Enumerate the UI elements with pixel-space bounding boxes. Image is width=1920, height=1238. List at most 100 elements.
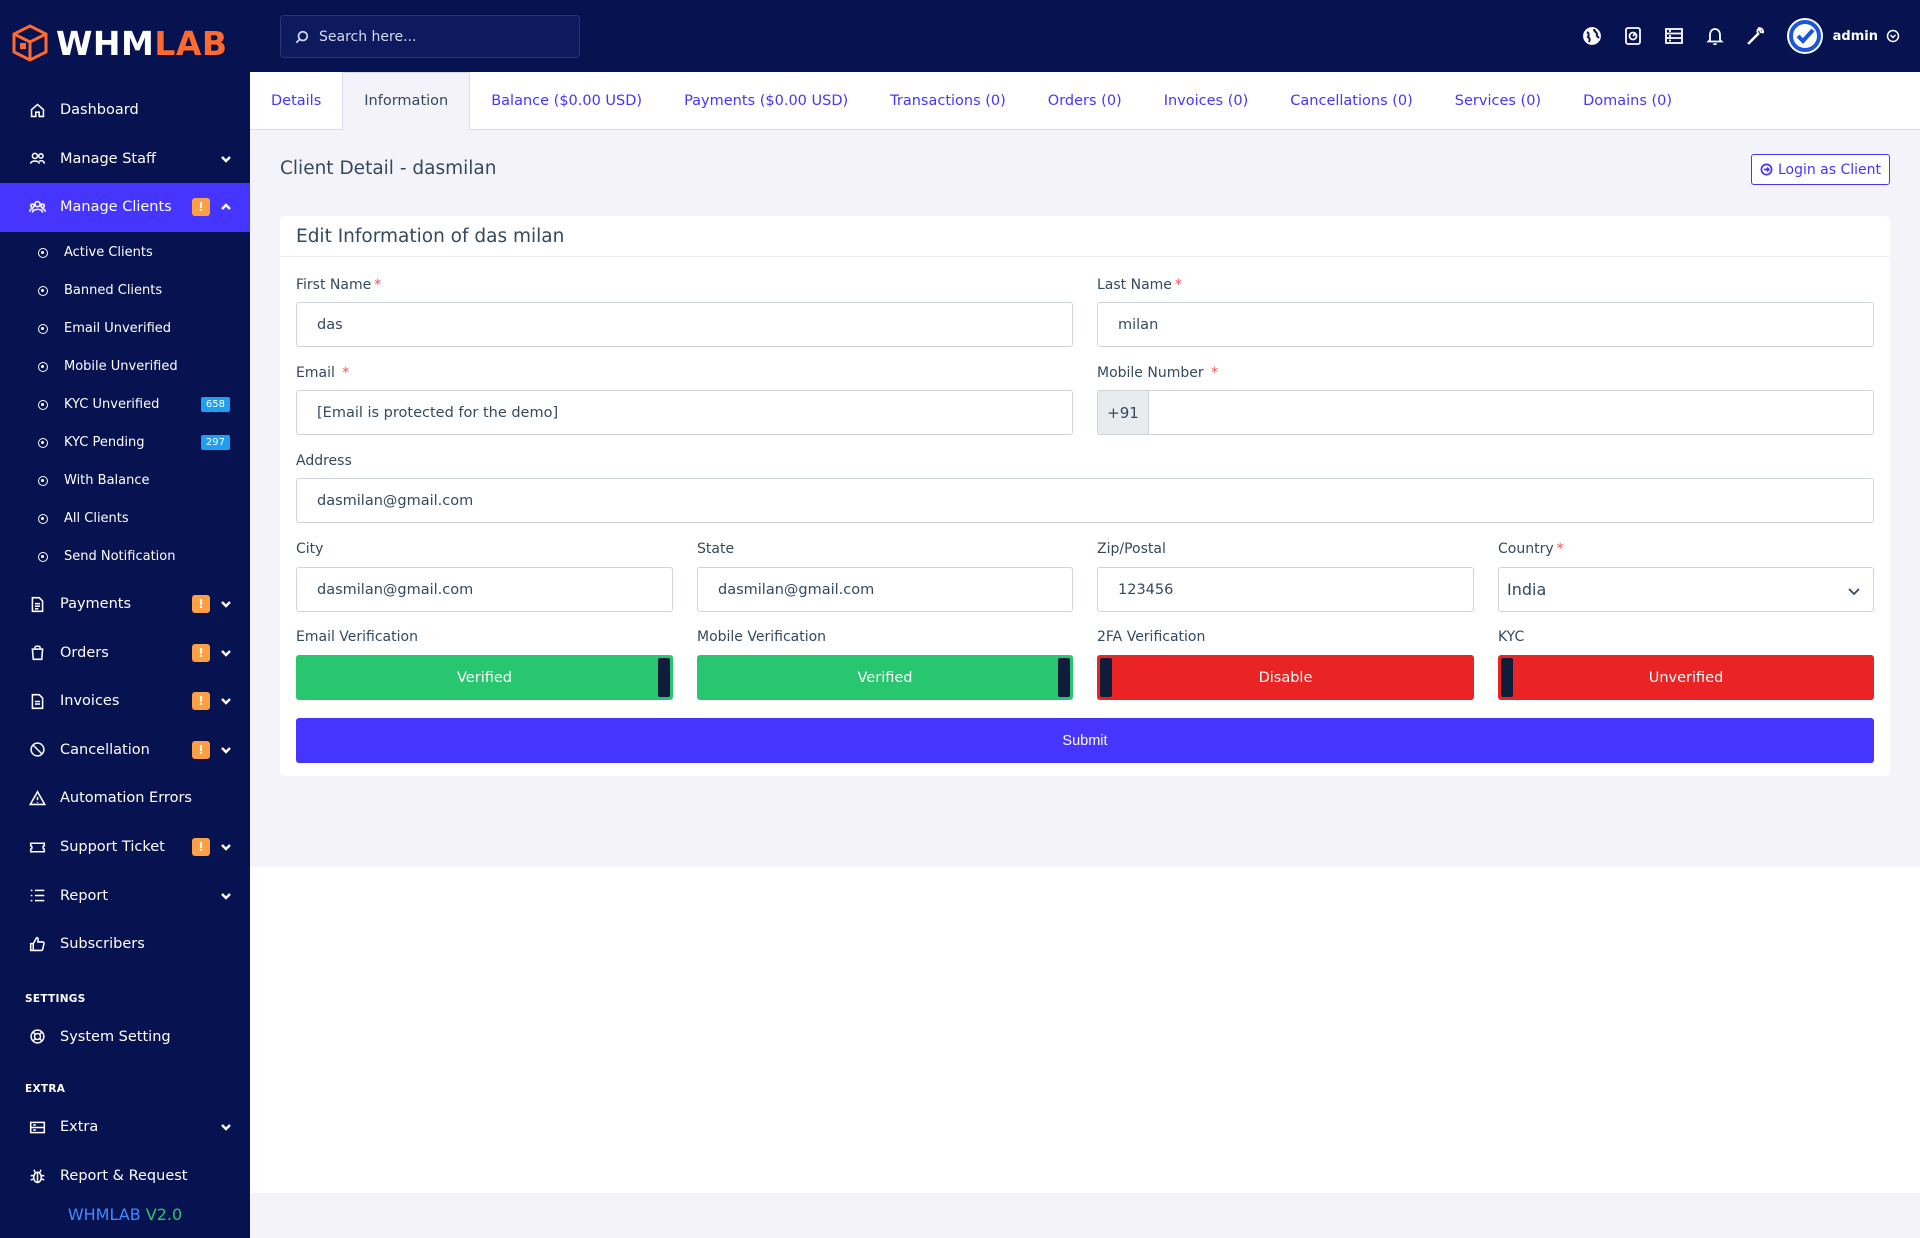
- server-list-icon[interactable]: [1663, 25, 1685, 47]
- tab-services[interactable]: Services (0): [1434, 72, 1562, 129]
- sidebar-item-invoices[interactable]: Invoices !: [0, 677, 250, 726]
- lifebuoy-icon: [28, 1028, 46, 1046]
- version-label: WHMLAB V2.0: [67, 1205, 183, 1224]
- circle-dot-icon: [38, 323, 48, 334]
- sidebar-nav-settings: System Setting: [0, 1013, 250, 1062]
- warning-triangle-icon: [28, 789, 46, 807]
- sidebar-item-report-request[interactable]: Report & Request: [0, 1152, 250, 1201]
- sidebar-item-orders[interactable]: Orders !: [0, 628, 250, 677]
- chevron-down-icon: [1848, 588, 1860, 596]
- home-icon: [28, 101, 46, 119]
- topbar-actions: admin: [1562, 0, 1900, 72]
- tab-details[interactable]: Details: [250, 72, 342, 129]
- search-box[interactable]: [280, 15, 580, 58]
- sidebar-item-label: Support Ticket: [60, 839, 165, 856]
- submenu-item-active-clients[interactable]: Active Clients: [0, 234, 250, 272]
- tab-domains[interactable]: Domains (0): [1562, 72, 1693, 129]
- circle-dot-icon: [38, 361, 48, 372]
- email-input[interactable]: [Email is protected for the demo]: [296, 390, 1073, 435]
- avatar[interactable]: [1786, 18, 1823, 54]
- chevron-down-icon: [220, 153, 232, 165]
- submenu-item-email-unverified[interactable]: Email Unverified: [0, 310, 250, 348]
- tab-cancellations[interactable]: Cancellations (0): [1269, 72, 1434, 129]
- sidebar-item-label: Automation Errors: [60, 790, 192, 807]
- sidebar-item-automation-errors[interactable]: Automation Errors: [0, 774, 250, 823]
- submenu-item-send-notification[interactable]: Send Notification: [0, 538, 250, 576]
- toggle-knob: [658, 658, 670, 697]
- admin-username[interactable]: admin: [1833, 29, 1878, 44]
- cache-clear-icon[interactable]: [1622, 25, 1644, 47]
- sidebar-item-manage-clients[interactable]: Manage Clients !: [0, 183, 250, 232]
- first-name-input[interactable]: das: [296, 302, 1073, 347]
- mobile-verification-toggle[interactable]: Verified: [697, 655, 1073, 700]
- sidebar: WHMLAB Dashboard Manage Staff Manage Cli…: [0, 0, 250, 1238]
- client-tabs: Details Information Balance ($0.00 USD) …: [250, 72, 1920, 130]
- sidebar-item-payments[interactable]: Payments !: [0, 580, 250, 629]
- wrench-icon[interactable]: [1745, 25, 1767, 47]
- sidebar-item-label: Subscribers: [60, 936, 145, 953]
- tab-invoices[interactable]: Invoices (0): [1143, 72, 1270, 129]
- sidebar-item-extra[interactable]: Extra: [0, 1103, 250, 1152]
- submenu-item-with-balance[interactable]: With Balance: [0, 462, 250, 500]
- search-input[interactable]: [319, 28, 559, 45]
- email-label: Email *: [296, 365, 350, 381]
- sidebar-item-report[interactable]: Report: [0, 871, 250, 920]
- page-title: Client Detail - dasmilan: [280, 158, 497, 179]
- chevron-down-circle-icon[interactable]: [1886, 29, 1900, 43]
- mobile-input[interactable]: [1148, 390, 1874, 435]
- chevron-down-icon: [220, 744, 232, 756]
- sidebar-item-support-ticket[interactable]: Support Ticket !: [0, 823, 250, 872]
- invoice-icon: [28, 692, 46, 710]
- card-heading: Edit Information of das milan: [280, 216, 1890, 257]
- email-verification-toggle[interactable]: Verified: [296, 655, 673, 700]
- submenu-item-kyc-pending[interactable]: KYC Pending 297: [0, 424, 250, 462]
- country-select[interactable]: India: [1498, 567, 1874, 612]
- submenu-label: Mobile Unverified: [64, 359, 178, 375]
- zip-label: Zip/Postal: [1097, 541, 1166, 557]
- toggle-knob: [1501, 658, 1513, 697]
- bell-icon[interactable]: [1704, 25, 1726, 47]
- submenu-item-all-clients[interactable]: All Clients: [0, 500, 250, 538]
- submit-button[interactable]: Submit: [296, 718, 1874, 763]
- address-input[interactable]: dasmilan@gmail.com: [296, 478, 1874, 523]
- extra-section-title: EXTRA: [25, 1083, 66, 1096]
- logo[interactable]: WHMLAB: [0, 0, 250, 86]
- count-badge: 658: [200, 397, 230, 413]
- login-button-label: Login as Client: [1777, 161, 1882, 178]
- tab-transactions[interactable]: Transactions (0): [869, 72, 1027, 129]
- mobile-verification-label: Mobile Verification: [697, 629, 827, 645]
- sidebar-item-cancellation[interactable]: Cancellation !: [0, 726, 250, 775]
- sidebar-item-manage-staff[interactable]: Manage Staff: [0, 135, 250, 184]
- last-name-input[interactable]: milan: [1097, 302, 1874, 347]
- globe-icon[interactable]: [1581, 25, 1603, 47]
- sidebar-item-dashboard[interactable]: Dashboard: [0, 86, 250, 135]
- sidebar-item-label: Payments: [60, 596, 132, 613]
- submenu-item-mobile-unverified[interactable]: Mobile Unverified: [0, 348, 250, 386]
- tab-information[interactable]: Information: [342, 72, 471, 130]
- sidebar-nav-extra: Extra Report & Request: [0, 1103, 250, 1200]
- sidebar-item-subscribers[interactable]: Subscribers: [0, 920, 250, 969]
- submenu-label: Send Notification: [64, 549, 176, 565]
- toggle-state-label: Disable: [1258, 669, 1313, 686]
- submenu-label: KYC Unverified: [64, 397, 160, 413]
- submenu-item-kyc-unverified[interactable]: KYC Unverified 658: [0, 386, 250, 424]
- tab-orders[interactable]: Orders (0): [1027, 72, 1143, 129]
- city-input[interactable]: dasmilan@gmail.com: [296, 567, 673, 612]
- tab-payments[interactable]: Payments ($0.00 USD): [663, 72, 869, 129]
- submenu-label: All Clients: [64, 511, 129, 527]
- circle-dot-icon: [38, 399, 48, 410]
- settings-section-title: SETTINGS: [25, 992, 86, 1005]
- login-as-client-button[interactable]: Login as Client: [1751, 154, 1890, 185]
- sidebar-item-label: Report: [60, 887, 109, 904]
- kyc-toggle[interactable]: Unverified: [1498, 655, 1874, 700]
- sidebar-item-system-setting[interactable]: System Setting: [0, 1013, 250, 1062]
- shopping-bag-icon: [28, 644, 46, 662]
- twofa-verification-toggle[interactable]: Disable: [1097, 655, 1474, 700]
- tab-balance[interactable]: Balance ($0.00 USD): [470, 72, 663, 129]
- submenu-item-banned-clients[interactable]: Banned Clients: [0, 272, 250, 310]
- clients-submenu: Active Clients Banned Clients Email Unve…: [0, 231, 250, 580]
- toggle-state-label: Unverified: [1648, 669, 1724, 686]
- topbar: admin: [250, 0, 1920, 72]
- state-input[interactable]: dasmilan@gmail.com: [697, 567, 1073, 612]
- zip-input[interactable]: 123456: [1097, 567, 1474, 612]
